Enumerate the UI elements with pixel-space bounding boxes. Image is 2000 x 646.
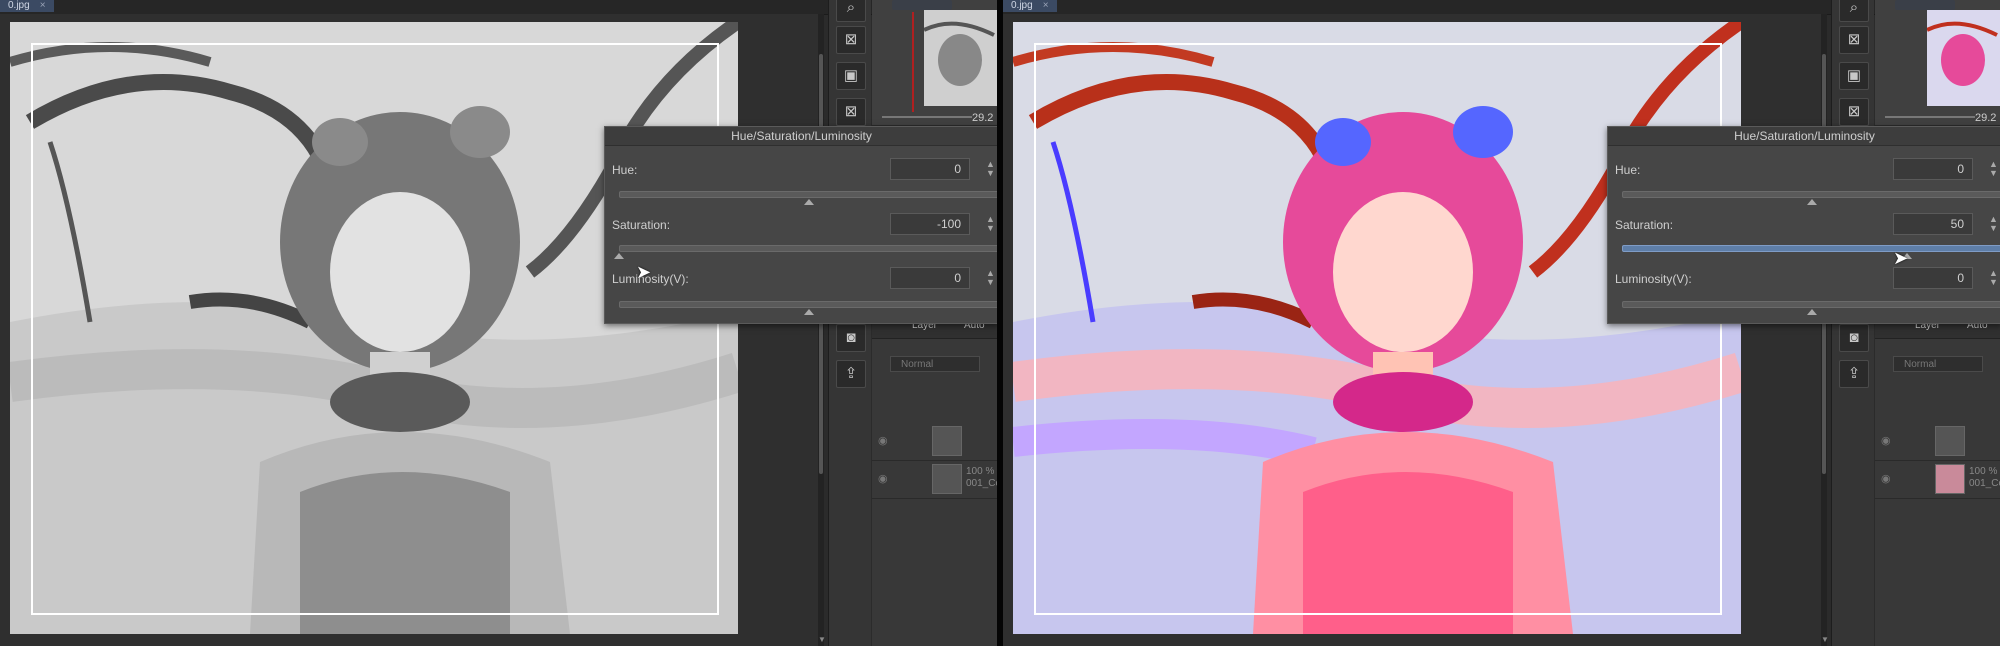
document-tab[interactable]: 0.jpg × — [1003, 0, 1057, 12]
luminosity-slider-handle[interactable] — [1807, 309, 1817, 315]
clear-outside-icon[interactable]: ⊠ — [836, 98, 866, 126]
hue-slider-handle[interactable] — [804, 199, 814, 205]
fill-icon[interactable]: ▣ — [1839, 62, 1869, 90]
layer-row[interactable]: ◉ 100 %001_Co — [872, 460, 997, 499]
navigator-zoom-slider[interactable] — [882, 116, 972, 118]
luminosity-label: Luminosity(V): — [1615, 272, 1692, 286]
eye-icon[interactable]: ◉ — [878, 472, 888, 485]
layer-info: 100 %001_Co — [966, 466, 997, 489]
layer-row[interactable]: ◉ 100 %001_Co — [1875, 460, 2000, 499]
hue-label: Hue: — [1615, 163, 1641, 177]
layer-thumbnail — [932, 464, 962, 494]
clear-icon[interactable]: ⊠ — [836, 26, 866, 54]
hue-label: Hue: — [612, 163, 638, 177]
eye-icon[interactable]: ◉ — [1881, 434, 1891, 447]
canvas-artwork[interactable] — [10, 22, 738, 634]
layer-row[interactable]: ◉ — [1875, 422, 2000, 461]
navigator-red-line — [912, 12, 914, 112]
magnify-icon[interactable]: ⌕ — [1839, 0, 1869, 22]
left-screen: 0.jpg × ▼ ⌕ ⊠ ▣ ⊠ ◙ ⇪ 29.2 Layer Auto No… — [0, 0, 997, 646]
navigator-zoom-value: 29.2 — [1975, 112, 1997, 124]
saturation-slider-handle[interactable] — [614, 253, 624, 259]
hue-input[interactable]: 0 — [890, 158, 970, 180]
saturation-spinner-icon[interactable]: ▲ ▼ — [986, 215, 995, 233]
eye-icon[interactable]: ◉ — [1881, 472, 1891, 485]
hue-slider-handle[interactable] — [1807, 199, 1817, 205]
hue-slider[interactable] — [619, 191, 997, 198]
luminosity-slider-handle[interactable] — [804, 309, 814, 315]
tab-close-icon[interactable]: × — [1043, 0, 1049, 11]
navigator-panel: 29.2 — [1875, 0, 2000, 125]
scroll-down-arrow-icon[interactable]: ▼ — [818, 636, 826, 644]
eye-icon[interactable]: ◉ — [878, 434, 888, 447]
camera-icon[interactable]: ◙ — [1839, 324, 1869, 352]
hue-saturation-dialog: Hue/Saturation/Luminosity Hue: 0 ▲ ▼ Satu… — [604, 126, 997, 324]
document-tab[interactable]: 0.jpg × — [0, 0, 54, 12]
navigator-tab[interactable] — [892, 0, 952, 10]
blend-mode-select[interactable]: Normal — [1893, 356, 1983, 372]
export-icon[interactable]: ⇪ — [836, 360, 866, 388]
canvas-artwork[interactable] — [1013, 22, 1741, 634]
hue-slider[interactable] — [1622, 191, 2000, 198]
canvas-area[interactable] — [1003, 14, 1823, 646]
canvas-vertical-scrollbar[interactable]: ▼ — [818, 14, 826, 646]
export-icon[interactable]: ⇪ — [1839, 360, 1869, 388]
hue-spinner-icon[interactable]: ▲ ▼ — [1989, 160, 1998, 178]
luminosity-spinner-icon[interactable]: ▲ ▼ — [1989, 269, 1998, 287]
layer-thumbnail — [1935, 464, 1965, 494]
camera-icon[interactable]: ◙ — [836, 324, 866, 352]
fill-icon[interactable]: ▣ — [836, 62, 866, 90]
hue-saturation-dialog: Hue/Saturation/Luminosity Hue: 0 ▲ ▼ Satu… — [1607, 126, 2000, 324]
right-screen: 0.jpg × ▼ ⌕ ⊠ ▣ ⊠ ◙ ⇪ 29.2 Layer Auto No… — [1003, 0, 2000, 646]
saturation-slider[interactable] — [1622, 245, 2000, 252]
navigator-panel: 29.2 — [872, 0, 997, 125]
clear-outside-icon[interactable]: ⊠ — [1839, 98, 1869, 126]
dialog-title: Hue/Saturation/Luminosity — [605, 127, 997, 146]
layer-row[interactable]: ◉ — [872, 422, 997, 461]
canvas-vertical-scrollbar[interactable]: ▼ — [1821, 14, 1829, 646]
saturation-spinner-icon[interactable]: ▲ ▼ — [1989, 215, 1998, 233]
hue-spinner-icon[interactable]: ▲ ▼ — [986, 160, 995, 178]
luminosity-input[interactable]: 0 — [890, 267, 970, 289]
luminosity-slider[interactable] — [1622, 301, 2000, 308]
navigator-thumbnail[interactable] — [1927, 10, 2000, 106]
saturation-input[interactable]: 50 — [1893, 213, 1973, 235]
luminosity-spinner-icon[interactable]: ▲ ▼ — [986, 269, 995, 287]
saturation-input[interactable]: -100 — [890, 213, 970, 235]
layer-thumbnail — [932, 426, 962, 456]
saturation-label: Saturation: — [612, 218, 671, 232]
dialog-title: Hue/Saturation/Luminosity — [1608, 127, 2000, 146]
magnify-icon[interactable]: ⌕ — [836, 0, 866, 22]
clear-icon[interactable]: ⊠ — [1839, 26, 1869, 54]
navigator-zoom-slider[interactable] — [1885, 116, 1975, 118]
mouse-cursor-icon: ➤ — [1893, 248, 1909, 268]
scroll-down-arrow-icon[interactable]: ▼ — [1821, 636, 1829, 644]
layer-info: 100 %001_Co — [1969, 466, 2000, 489]
canvas-area[interactable] — [0, 14, 820, 646]
layer-panel: Layer Auto Normal ◉ ◉ 100 %001_Co — [872, 318, 997, 646]
saturation-label: Saturation: — [1615, 218, 1674, 232]
navigator-zoom-value: 29.2 — [972, 112, 994, 124]
layer-thumbnail — [1935, 426, 1965, 456]
luminosity-slider[interactable] — [619, 301, 997, 308]
mouse-cursor-icon: ➤ — [636, 262, 652, 282]
navigator-thumbnail[interactable] — [924, 10, 997, 106]
layer-panel: Layer Auto Normal ◉ ◉ 100 %001_Co — [1875, 318, 2000, 646]
saturation-slider[interactable] — [619, 245, 997, 252]
navigator-tab[interactable] — [1895, 0, 1955, 10]
luminosity-input[interactable]: 0 — [1893, 267, 1973, 289]
blend-mode-select[interactable]: Normal — [890, 356, 980, 372]
tab-close-icon[interactable]: × — [40, 0, 46, 11]
hue-input[interactable]: 0 — [1893, 158, 1973, 180]
